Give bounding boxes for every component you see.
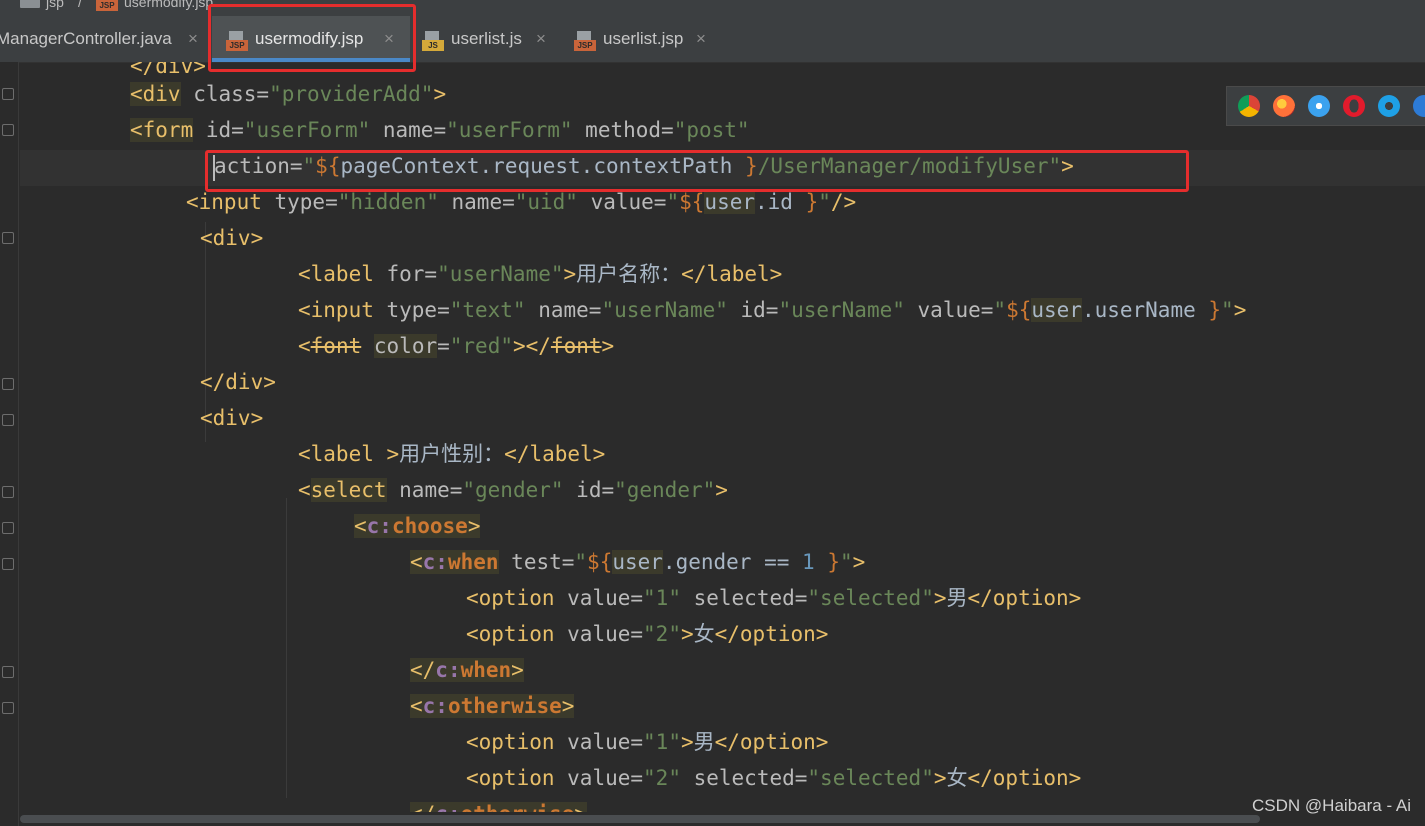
close-icon[interactable]: ×: [188, 29, 198, 49]
code-editor[interactable]: </div> <div class="providerAdd"> <form i…: [20, 62, 1425, 812]
fold-icon[interactable]: [2, 486, 14, 498]
close-icon[interactable]: ×: [536, 29, 546, 49]
edge-icon[interactable]: [1413, 95, 1425, 117]
code-line: <div class="providerAdd">: [130, 82, 447, 106]
code-line: <c:when test="${user.gender == 1 }">: [410, 550, 866, 574]
opera-icon[interactable]: [1343, 95, 1365, 117]
close-icon[interactable]: ×: [384, 29, 394, 49]
text-caret: [213, 155, 215, 181]
fold-icon[interactable]: [2, 702, 14, 714]
code-line: <input type="hidden" name="uid" value="$…: [186, 190, 857, 214]
chrome-icon[interactable]: [1238, 95, 1260, 117]
fold-icon[interactable]: [2, 88, 14, 100]
watermark: CSDN @Haibara - Ai: [1252, 796, 1411, 815]
browser-preview-bar: [1226, 86, 1425, 126]
code-line: <font color="red"></font>: [298, 334, 615, 358]
horizontal-scrollbar[interactable]: [20, 812, 1425, 826]
safari-icon[interactable]: [1308, 95, 1330, 117]
tab-label: usermodify.jsp: [255, 29, 364, 48]
editor-tab-bar: ManagerController.java × JSP usermodify.…: [0, 16, 1425, 63]
firefox-icon[interactable]: [1273, 95, 1295, 117]
code-line: action="${pageContext.request.contextPat…: [214, 154, 1074, 178]
breadcrumb-file[interactable]: usermodify.jsp: [124, 0, 213, 10]
jsp-file-icon: JSP: [96, 0, 118, 11]
fold-icon[interactable]: [2, 522, 14, 534]
tab-manager-controller[interactable]: ManagerController.java ×: [0, 16, 210, 62]
breadcrumb: jsp / JSP usermodify.jsp: [0, 0, 1425, 16]
scrollbar-thumb[interactable]: [20, 815, 1260, 823]
code-line: <select name="gender" id="gender">: [298, 478, 728, 502]
code-line: <option value="2" selected="selected">女<…: [466, 766, 1082, 790]
jsp-file-icon: JSP: [574, 31, 596, 51]
close-icon[interactable]: ×: [696, 29, 706, 49]
code-line: <label for="userName">用户名称：</label>: [298, 262, 783, 286]
fold-icon[interactable]: [2, 232, 14, 244]
code-line: </c:when>: [410, 658, 524, 682]
fold-icon[interactable]: [2, 666, 14, 678]
code-line: <option value="2">女</option>: [466, 622, 829, 646]
jsp-file-icon: JSP: [226, 31, 248, 51]
code-line: </c:otherwise>: [410, 796, 588, 812]
code-line: <label >用户性别：</label>: [298, 442, 606, 466]
code-line: <form id="userForm" name="userForm" meth…: [130, 118, 750, 142]
code-line: <c:choose>: [354, 514, 481, 538]
ie-icon[interactable]: [1378, 95, 1400, 117]
breadcrumb-folder[interactable]: jsp: [46, 0, 64, 10]
code-line: <option value="1" selected="selected">男<…: [466, 586, 1082, 610]
fold-icon[interactable]: [2, 558, 14, 570]
folder-icon: [20, 0, 40, 8]
code-line: <div>: [200, 406, 264, 430]
tab-label: userlist.js: [451, 29, 522, 48]
js-file-icon: JS: [422, 31, 444, 51]
code-line: <div>: [200, 226, 264, 250]
tab-label: ManagerController.java: [0, 29, 172, 48]
tab-userlist-jsp[interactable]: JSP userlist.jsp ×: [564, 16, 724, 62]
fold-icon[interactable]: [2, 124, 14, 136]
fold-icon[interactable]: [2, 414, 14, 426]
code-line: <option value="1">男</option>: [466, 730, 829, 754]
tab-userlist-js[interactable]: JS userlist.js ×: [412, 16, 562, 62]
code-line: <input type="text" name="userName" id="u…: [298, 298, 1247, 322]
code-line: </div>: [200, 370, 276, 394]
tab-label: userlist.jsp: [603, 29, 684, 48]
code-line: <c:otherwise>: [410, 694, 575, 718]
indent-guide: [286, 498, 287, 798]
editor-gutter[interactable]: [0, 62, 19, 826]
breadcrumb-separator: /: [78, 0, 82, 10]
fold-icon[interactable]: [2, 378, 14, 390]
tab-usermodify-jsp[interactable]: JSP usermodify.jsp ×: [212, 16, 410, 62]
